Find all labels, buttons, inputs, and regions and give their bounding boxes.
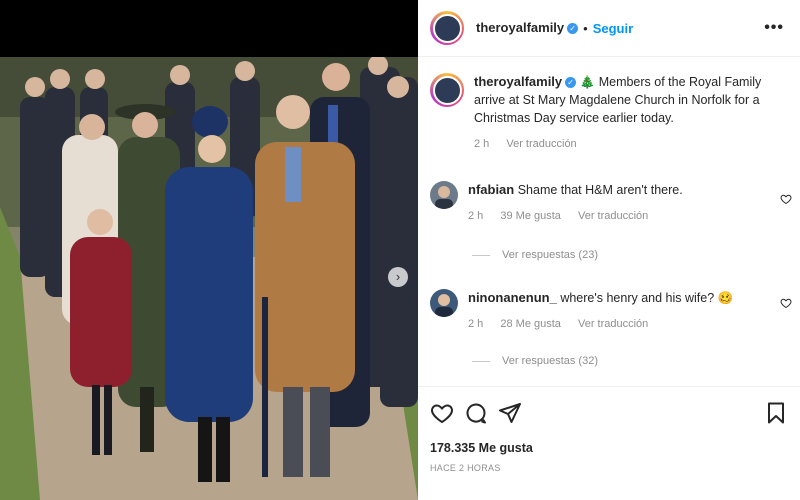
share-icon[interactable] (498, 401, 522, 425)
likes-count[interactable]: 178.335 Me gusta (418, 425, 800, 455)
comment-avatar[interactable] (430, 289, 458, 317)
media-panel: › (0, 0, 418, 500)
caption-translate-link[interactable]: Ver traducción (506, 138, 576, 150)
comment-username[interactable]: ninonanenun_ (468, 290, 557, 305)
comment-likes[interactable]: 39 Me gusta (500, 210, 561, 222)
view-replies-button[interactable]: Ver respuestas (32) (472, 355, 598, 367)
comment-username[interactable]: nfabian (468, 182, 514, 197)
view-replies-label: Ver respuestas (23) (502, 249, 598, 261)
photo-illustration (0, 57, 418, 500)
heart-icon[interactable] (430, 401, 454, 425)
comment-translate-link[interactable]: Ver traducción (578, 318, 648, 330)
caption-time: 2 h (474, 138, 490, 150)
comment-text: Shame that H&M aren't there. (517, 183, 683, 197)
more-options-icon[interactable]: ••• (760, 19, 788, 37)
verified-badge-icon: ✓ (567, 23, 579, 34)
post-header: theroyalfamily ✓ • Seguir ••• (418, 0, 800, 57)
comment-likes[interactable]: 28 Me gusta (500, 318, 561, 330)
comment-item: ninonanenun_ where's henry and his wife?… (430, 289, 788, 333)
comment-meta: 2 h 39 Me gusta Ver traducción (468, 207, 788, 225)
caption-avatar[interactable] (430, 73, 464, 107)
comment-body: ninonanenun_ where's henry and his wife?… (468, 289, 788, 333)
post-photo[interactable]: › (0, 57, 418, 500)
post-side-panel: theroyalfamily ✓ • Seguir ••• theroyalfam… (418, 0, 800, 500)
dot-separator: • (583, 20, 588, 36)
avatar-image (432, 13, 462, 43)
comment-text: where's henry and his wife? 🥴 (560, 291, 734, 305)
action-icons-row (418, 387, 800, 425)
bookmark-icon[interactable] (764, 401, 788, 425)
avatar-image (432, 75, 462, 105)
header-username-group: theroyalfamily ✓ (476, 19, 579, 37)
verified-badge-icon: ✓ (565, 77, 577, 88)
comment-item: nfabian Shame that H&M aren't there. 2 h… (430, 181, 788, 225)
comment-meta: 2 h 28 Me gusta Ver traducción (468, 315, 788, 333)
comment-translate-link[interactable]: Ver traducción (578, 210, 648, 222)
comment-like-heart-icon[interactable] (780, 193, 792, 205)
comment-like-heart-icon[interactable] (780, 297, 792, 309)
comment-time: 2 h (468, 210, 484, 222)
follow-button[interactable]: Seguir (593, 21, 633, 36)
comment-body: nfabian Shame that H&M aren't there. 2 h… (468, 181, 788, 225)
profile-avatar[interactable] (430, 11, 464, 45)
caption-body: theroyalfamily ✓ 🎄 Members of the Royal F… (474, 73, 788, 153)
view-replies-label: Ver respuestas (32) (502, 355, 598, 367)
caption-username[interactable]: theroyalfamily (474, 74, 562, 89)
replies-line (472, 360, 490, 362)
comment-avatar[interactable] (430, 181, 458, 209)
caption-meta: 2 h Ver traducción (474, 135, 788, 153)
post-timestamp: HACE 2 HORAS (430, 463, 501, 473)
post-actions-section: 178.335 Me gusta HACE 2 HORAS (418, 386, 800, 500)
carousel-next-button[interactable]: › (388, 267, 408, 287)
caption-emoji: 🎄 (579, 75, 596, 89)
header-username[interactable]: theroyalfamily (476, 20, 564, 35)
comment-time: 2 h (468, 318, 484, 330)
view-replies-button[interactable]: Ver respuestas (23) (472, 249, 598, 261)
comments-list: theroyalfamily ✓ 🎄 Members of the Royal F… (418, 57, 800, 385)
caption: theroyalfamily ✓ 🎄 Members of the Royal F… (430, 73, 788, 153)
comment-icon[interactable] (464, 401, 488, 425)
replies-line (472, 254, 490, 256)
